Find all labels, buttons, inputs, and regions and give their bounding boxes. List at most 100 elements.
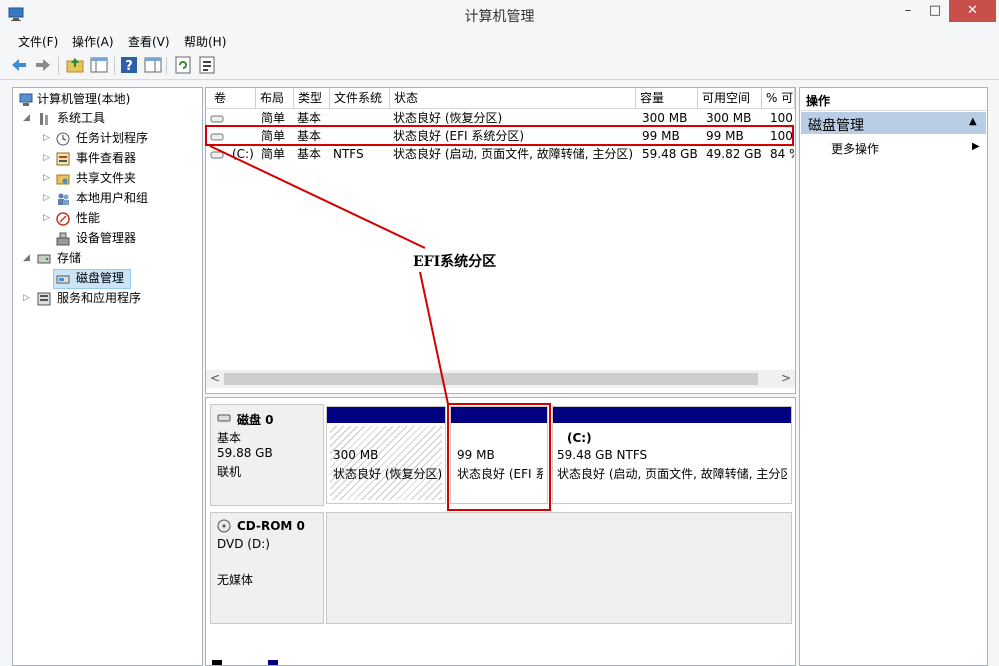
maximize-button[interactable]: □ — [922, 0, 948, 22]
column-header-layout[interactable]: 布局 — [256, 88, 294, 108]
cell-status: 状态良好 (EFI 系统分区) — [393, 129, 525, 143]
menu-action[interactable]: 操作(A) — [72, 33, 114, 50]
column-header-capacity[interactable]: 容量 — [636, 88, 698, 108]
properties-icon[interactable] — [144, 56, 162, 74]
tree-item-event-viewer[interactable]: 事件查看器 — [76, 149, 136, 166]
chevron-down-icon[interactable]: ◢ — [23, 113, 30, 123]
tree-item-root[interactable]: 计算机管理(本地) — [37, 90, 130, 107]
cell-capacity: 300 MB — [642, 111, 688, 125]
chevron-right-icon[interactable]: ▷ — [43, 173, 50, 183]
chevron-right-icon[interactable]: ▷ — [43, 153, 50, 163]
chevron-right-icon[interactable]: ▷ — [43, 193, 50, 203]
actions-pane: 操作 磁盘管理 ▲ 更多操作 ▶ — [799, 87, 988, 666]
column-header-volume[interactable]: 卷 — [210, 88, 256, 108]
column-header-free[interactable]: 可用空间 — [698, 88, 762, 108]
clock-icon — [56, 132, 70, 146]
column-header-type[interactable]: 类型 — [294, 88, 330, 108]
cell-percent: 84 % — [770, 147, 794, 161]
drive-icon — [210, 130, 224, 144]
disk-management-icon — [56, 272, 70, 286]
volume-list-pane: 卷 布局 类型 文件系统 状态 容量 可用空间 % 可 简单 基本 状态良好 (… — [205, 87, 796, 394]
scroll-right-icon[interactable]: > — [781, 371, 791, 385]
collapse-up-icon[interactable]: ▲ — [969, 116, 977, 127]
help-icon[interactable]: ? — [120, 56, 138, 74]
partition-status: 状态良好 (启动, 页面文件, 故障转储, 主分区) — [557, 467, 787, 481]
toolbar: ? — [0, 53, 999, 80]
cell-percent: 100 — [770, 111, 793, 125]
disk-icon — [217, 411, 231, 425]
tree-item-local-users[interactable]: 本地用户和组 — [76, 189, 148, 206]
chevron-right-icon[interactable]: ▷ — [23, 293, 30, 303]
scrollbar-thumb[interactable] — [224, 373, 758, 385]
legend-swatch-primary — [212, 660, 222, 665]
drive-icon — [210, 112, 224, 126]
storage-icon — [37, 252, 51, 266]
cell-layout: 简单 — [261, 147, 286, 161]
chevron-right-icon[interactable]: ▷ — [43, 133, 50, 143]
users-icon — [56, 192, 70, 206]
tools-icon — [37, 112, 51, 126]
tree-item-performance[interactable]: 性能 — [76, 209, 100, 226]
folder-up-icon[interactable] — [66, 56, 84, 74]
menu-view[interactable]: 查看(V) — [128, 33, 170, 50]
cdrom-state: 无媒体 — [217, 573, 254, 587]
partition-size: 59.48 GB NTFS — [557, 448, 648, 462]
arrow-right-icon[interactable] — [34, 56, 52, 74]
cdrom-icon — [217, 519, 231, 533]
cell-layout: 简单 — [261, 111, 286, 125]
action-more[interactable]: 更多操作 — [831, 140, 879, 157]
close-button[interactable]: ✕ — [949, 0, 996, 22]
tree-item-services[interactable]: 服务和应用程序 — [57, 289, 141, 306]
refresh-icon[interactable] — [174, 56, 192, 74]
svg-text:?: ? — [125, 59, 133, 74]
horizontal-scrollbar[interactable]: < > — [206, 370, 795, 388]
cdrom-0-label[interactable]: CD-ROM 0 DVD (D:) 无媒体 — [210, 512, 324, 624]
column-header-filesystem[interactable]: 文件系统 — [330, 88, 390, 108]
actions-section-title: 磁盘管理 — [808, 118, 864, 134]
minimize-button[interactable]: – — [895, 0, 921, 22]
disk-size: 59.88 GB — [217, 446, 273, 460]
cell-type: 基本 — [297, 129, 322, 143]
cell-filesystem: NTFS — [333, 147, 364, 161]
partition-size: 99 MB — [457, 448, 495, 462]
disk-layout-pane: 磁盘 0 基本 59.88 GB 联机 300 MB 状态良好 (恢复分区) 9… — [205, 397, 796, 666]
disk-state: 联机 — [217, 465, 242, 479]
arrow-left-icon[interactable] — [10, 56, 28, 74]
scroll-left-icon[interactable]: < — [210, 371, 220, 385]
column-header-status[interactable]: 状态 — [390, 88, 636, 108]
menu-help[interactable]: 帮助(H) — [184, 33, 226, 50]
cell-status: 状态良好 (启动, 页面文件, 故障转储, 主分区) — [393, 147, 633, 161]
navigation-tree: 计算机管理(本地) ◢ 系统工具 ▷ 任务计划程序 ▷ 事件查看器 ▷ 共享文件… — [12, 87, 203, 666]
cell-free: 49.82 GB — [706, 147, 762, 161]
cell-type: 基本 — [297, 147, 322, 161]
partition-c[interactable]: (C:) 59.48 GB NTFS 状态良好 (启动, 页面文件, 故障转储,… — [552, 406, 792, 504]
cell-free: 99 MB — [706, 129, 744, 143]
disk-0-label[interactable]: 磁盘 0 基本 59.88 GB 联机 — [210, 404, 324, 506]
cdrom-name: CD-ROM 0 — [237, 519, 305, 533]
partition-status: 状态良好 (恢复分区) — [333, 467, 443, 481]
tree-item-device-manager[interactable]: 设备管理器 — [76, 229, 136, 246]
legend-swatch-unallocated — [268, 660, 278, 665]
tree-item-task-scheduler[interactable]: 任务计划程序 — [76, 129, 148, 146]
cell-status: 状态良好 (恢复分区) — [393, 111, 503, 125]
menu-file[interactable]: 文件(F) — [18, 33, 58, 50]
cell-capacity: 99 MB — [642, 129, 680, 143]
partition-title: (C:) — [567, 431, 592, 445]
actions-section-disk-management[interactable]: 磁盘管理 ▲ — [801, 112, 986, 134]
export-icon[interactable] — [198, 56, 216, 74]
tree-item-storage[interactable]: 存储 — [57, 249, 81, 266]
show-tree-icon[interactable] — [90, 56, 108, 74]
chevron-right-icon[interactable]: ▷ — [43, 213, 50, 223]
partition-efi[interactable]: 99 MB 状态良好 (EFI 系统分区) — [450, 406, 548, 504]
tree-item-shared-folders[interactable]: 共享文件夹 — [76, 169, 136, 186]
cell-capacity: 59.48 GB — [642, 147, 698, 161]
chevron-down-icon[interactable]: ◢ — [23, 253, 30, 263]
event-viewer-icon — [56, 152, 70, 166]
partition-recovery[interactable]: 300 MB 状态良好 (恢复分区) — [326, 406, 446, 504]
tree-item-system-tools[interactable]: 系统工具 — [57, 109, 105, 126]
device-manager-icon — [56, 232, 70, 246]
partition-status: 状态良好 (EFI 系统分区) — [457, 467, 543, 481]
menu-bar: 文件(F) 操作(A) 查看(V) 帮助(H) — [0, 30, 999, 52]
tree-item-disk-management[interactable]: 磁盘管理 — [76, 269, 124, 286]
column-header-percent[interactable]: % 可 — [762, 88, 795, 108]
